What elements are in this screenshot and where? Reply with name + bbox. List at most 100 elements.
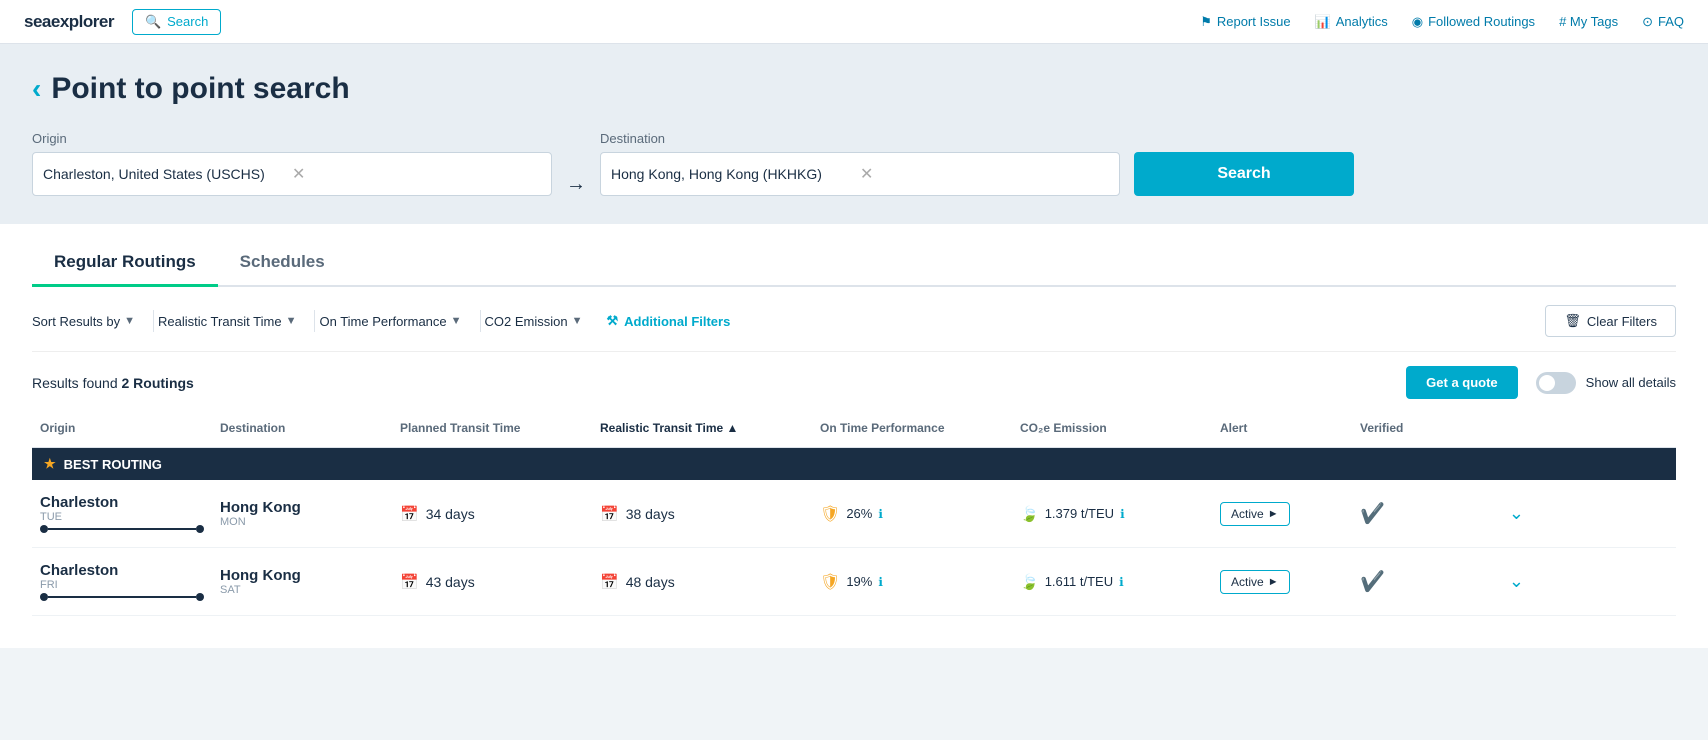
col-header-origin: Origin [32,417,212,439]
row2-co2-cell: 🍃 1.611 t/TEU ℹ [1012,569,1212,595]
row1-destination-day: MON [220,516,384,528]
leaf-icon-2: 🍃 [1020,573,1039,591]
top-navigation: seaexplorer 🔍 Search ⚑ Report Issue 📊 An… [0,0,1708,44]
on-time-chevron-icon: ▼ [451,315,462,327]
tabs-row: Regular Routings Schedules [32,224,1676,287]
row2-co2-val: 1.611 t/TEU [1045,574,1113,589]
back-button[interactable]: ‹ [32,73,41,105]
faq-link[interactable]: ⊙ FAQ [1642,14,1684,30]
row2-destination-port: Hong Kong [220,567,384,584]
search-button[interactable]: Search [1134,152,1354,196]
table-header-row: Origin Destination Planned Transit Time … [32,409,1676,448]
verified-check-icon-2: ✔️ [1360,569,1385,594]
info-icon-co2-2[interactable]: ℹ [1119,575,1124,589]
shield-icon-1: 🛡 [820,504,840,524]
expand-chevron-icon-1[interactable]: ⌄ [1509,503,1524,524]
show-all-details-label: Show all details [1586,375,1676,390]
active-badge-chevron-icon-1: ► [1268,508,1279,520]
get-quote-button[interactable]: Get a quote [1406,366,1518,399]
sort-results-chevron-icon: ▼ [124,315,135,327]
row2-planned-cell: 📅 43 days [392,569,592,595]
search-pill-button[interactable]: 🔍 Search [132,9,221,35]
tab-regular-routings[interactable]: Regular Routings [32,242,218,287]
report-issue-link[interactable]: ⚑ Report Issue [1200,14,1290,30]
col-header-realistic[interactable]: Realistic Transit Time ▲ [592,417,812,439]
calendar-icon-realistic-2: 📅 [600,573,619,591]
info-icon-co2-1[interactable]: ℹ [1120,507,1125,521]
my-tags-link[interactable]: # My Tags [1559,14,1618,29]
sort-results-label: Sort Results by [32,314,120,329]
star-icon: ★ [44,456,56,472]
best-routing-label: BEST ROUTING [64,457,162,472]
route-dot-end-2 [196,593,204,601]
sort-results-filter[interactable]: Sort Results by ▼ [32,308,149,335]
brand-logo: seaexplorer [24,12,114,32]
row2-origin-day: FRI [40,579,204,591]
route-line-segment-1 [48,528,196,530]
realistic-transit-filter[interactable]: Realistic Transit Time ▼ [158,308,310,335]
route-dot-start-1 [40,525,48,533]
row2-active-badge[interactable]: Active ► [1220,570,1290,594]
route-line-1 [40,525,204,533]
clear-filters-button[interactable]: 🗑 Clear Filters [1545,305,1676,337]
best-routing-section: ★ BEST ROUTING [32,448,1676,480]
row2-otp-cell: 🛡 19% ℹ [812,568,1012,596]
row1-co2-cell: 🍃 1.379 t/TEU ℹ [1012,501,1212,527]
col-header-destination: Destination [212,417,392,439]
best-routing-banner: ★ BEST ROUTING [32,448,1676,480]
show-all-details-toggle-row: Show all details [1536,372,1676,394]
destination-label: Destination [600,131,1120,146]
calendar-icon-realistic-1: 📅 [600,505,619,523]
destination-input[interactable]: Hong Kong, Hong Kong (HKHKG) ✕ [600,152,1120,196]
active-badge-chevron-icon-2: ► [1268,576,1279,588]
row1-alert-label: Active [1231,507,1264,521]
report-icon: ⚑ [1200,14,1212,30]
co2-label: CO2 Emission [485,314,568,329]
destination-field-group: Destination Hong Kong, Hong Kong (HKHKG)… [600,131,1120,196]
direction-arrow-icon: → [566,151,586,196]
info-icon-otp-2[interactable]: ℹ [878,575,883,589]
tab-schedules[interactable]: Schedules [218,242,347,287]
row1-active-badge[interactable]: Active ► [1220,502,1290,526]
calendar-icon-planned-1: 📅 [400,505,419,523]
on-time-label: On Time Performance [319,314,446,329]
on-time-filter[interactable]: On Time Performance ▼ [319,308,475,335]
sliders-icon: ⚒ [607,313,619,329]
analytics-link[interactable]: 📊 Analytics [1315,14,1388,30]
row2-expand-cell[interactable]: ⌄ [1472,571,1532,592]
row1-destination-port: Hong Kong [220,499,384,516]
col-header-planned: Planned Transit Time [392,417,592,439]
page-header: ‹ Point to point search Origin Charlesto… [0,44,1708,224]
row1-verified-cell: ✔️ [1352,497,1472,530]
nav-left: seaexplorer 🔍 Search [24,9,221,35]
row2-origin-port: Charleston [40,562,204,579]
search-pill-icon: 🔍 [145,14,161,30]
row1-alert-cell: Active ► [1212,498,1352,530]
expand-chevron-icon-2[interactable]: ⌄ [1509,571,1524,592]
col-header-expand [1472,417,1532,439]
col-header-alert: Alert [1212,417,1352,439]
row1-destination-cell: Hong Kong MON [212,495,392,532]
row1-otp-pct: 26% [846,506,872,521]
row1-otp-cell: 🛡 26% ℹ [812,500,1012,528]
main-content: Regular Routings Schedules Sort Results … [0,224,1708,648]
analytics-icon: 📊 [1315,14,1331,30]
leaf-icon-1: 🍃 [1020,505,1039,523]
additional-filters-button[interactable]: ⚒ Additional Filters [607,313,731,329]
info-icon-otp-1[interactable]: ℹ [878,507,883,521]
row1-co2-val: 1.379 t/TEU [1045,506,1114,521]
followed-routings-link[interactable]: ◉ Followed Routings [1412,14,1535,30]
realistic-transit-label: Realistic Transit Time [158,314,282,329]
trash-icon: 🗑 [1564,313,1581,329]
destination-clear-icon[interactable]: ✕ [860,164,1109,184]
results-row: Results found 2 Routings Get a quote Sho… [32,352,1676,409]
show-all-details-toggle[interactable] [1536,372,1576,394]
origin-input[interactable]: Charleston, United States (USCHS) ✕ [32,152,552,196]
calendar-icon-planned-2: 📅 [400,573,419,591]
verified-check-icon-1: ✔️ [1360,501,1385,526]
co2-filter[interactable]: CO2 Emission ▼ [485,308,597,335]
destination-value: Hong Kong, Hong Kong (HKHKG) [611,166,860,182]
origin-clear-icon[interactable]: ✕ [292,164,541,184]
row1-expand-cell[interactable]: ⌄ [1472,503,1532,524]
row1-planned-cell: 📅 34 days [392,501,592,527]
